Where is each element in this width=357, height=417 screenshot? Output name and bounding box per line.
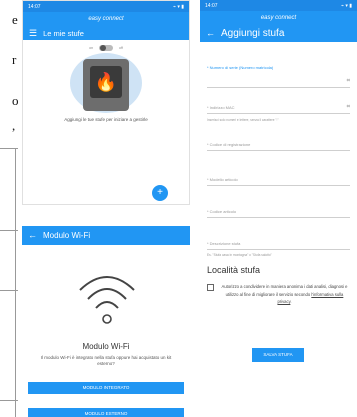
- empty-state-message: Aggiungi le tue stufe per iniziare a ges…: [64, 117, 148, 122]
- wifi-module-screen: ← Modulo Wi-Fi Modulo Wi-Fi Il modulo Wi…: [22, 226, 190, 417]
- app-logo: easy connect: [200, 11, 357, 25]
- consent-row: Autorizzo a condividere in maniera anoni…: [207, 283, 350, 306]
- save-stove-button[interactable]: SALVA STUFA: [252, 348, 304, 362]
- toggle-label-right: off: [119, 46, 123, 50]
- app-toolbar: ← Modulo Wi-Fi: [22, 226, 190, 245]
- page-title: Le mie stufe: [43, 28, 84, 38]
- article-code-label: * Codice articolo: [207, 209, 237, 214]
- document-letter: r: [12, 52, 17, 67]
- stove-illustration: 🔥: [83, 59, 129, 111]
- qr-scan-icon[interactable]: ⌗: [347, 104, 350, 111]
- article-code-field[interactable]: * Codice articolo: [207, 202, 350, 218]
- status-time: 14:07: [205, 2, 218, 9]
- location-section-title: Località stufa: [207, 265, 261, 275]
- consent-text: Autorizzo a condividere in maniera anoni…: [221, 284, 348, 305]
- consent-checkbox[interactable]: [207, 284, 214, 291]
- stove-filter-toggle: on off: [23, 45, 189, 51]
- qr-scan-icon[interactable]: ⌗: [347, 78, 350, 85]
- status-icons: ⌁ ▾ ▮: [340, 2, 352, 9]
- mac-address-label: * Indirizzo MAC: [207, 105, 235, 110]
- description-hint: Es. "Stufa casa in montagna" o "Stufa sa…: [207, 253, 272, 257]
- page-title: Modulo Wi-Fi: [43, 231, 91, 240]
- document-fragment: e r o ,: [0, 0, 22, 417]
- registration-code-label: * Codice di registrazione: [207, 142, 251, 147]
- mac-address-hint: Inserisci solo numeri e lettere, senza i…: [207, 118, 279, 122]
- registration-code-field[interactable]: * Codice di registrazione: [207, 135, 350, 151]
- page-title: Aggiungi stufa: [221, 28, 285, 39]
- flame-icon: 🔥: [90, 66, 122, 98]
- description-label: * Descrizione stufa: [207, 241, 241, 246]
- app-toolbar: ← Aggiungi stufa: [200, 25, 357, 42]
- serial-number-label: * Numero di serie (Numero matricola): [207, 65, 274, 70]
- integrated-module-button[interactable]: MODULO INTEGRATO: [28, 382, 184, 394]
- status-icons: ⌁ ▾ ▮: [172, 3, 184, 10]
- description-field[interactable]: * Descrizione stufa: [207, 234, 350, 250]
- toggle-label-left: on: [89, 46, 94, 50]
- status-time: 14:07: [28, 3, 41, 10]
- external-module-button[interactable]: MODULO ESTERNO: [28, 408, 184, 417]
- filter-switch[interactable]: [99, 45, 114, 51]
- mac-address-field[interactable]: * Indirizzo MAC ⌗: [207, 98, 350, 114]
- document-rule: [15, 148, 16, 417]
- app-logo: easy connect: [23, 12, 189, 26]
- document-letter: o: [12, 93, 19, 108]
- back-arrow-icon[interactable]: ←: [206, 29, 215, 38]
- model-label: * Modello articolo: [207, 177, 238, 182]
- wifi-module-description: Il modulo Wi-Fi è integrato nella stufa …: [40, 355, 172, 367]
- status-bar: 14:07 ⌁ ▾ ▮: [23, 1, 189, 12]
- model-field[interactable]: * Modello articolo: [207, 170, 350, 186]
- my-stoves-screen: 14:07 ⌁ ▾ ▮ easy connect ☰ Le mie stufe …: [22, 0, 190, 205]
- back-arrow-icon[interactable]: ←: [28, 231, 37, 240]
- add-stove-button[interactable]: +: [152, 185, 168, 201]
- wifi-icon: [79, 276, 135, 324]
- status-bar: 14:07 ⌁ ▾ ▮: [200, 0, 357, 11]
- menu-icon[interactable]: ☰: [29, 28, 37, 38]
- app-toolbar: ☰ Le mie stufe: [23, 26, 189, 40]
- document-letter: ,: [12, 118, 16, 133]
- wifi-module-heading: Modulo Wi-Fi: [82, 342, 130, 351]
- document-letter: e: [12, 12, 18, 27]
- serial-number-field[interactable]: * Numero di serie (Numero matricola) ⌗: [207, 62, 350, 88]
- add-stove-screen: 14:07 ⌁ ▾ ▮ easy connect ← Aggiungi stuf…: [200, 0, 357, 417]
